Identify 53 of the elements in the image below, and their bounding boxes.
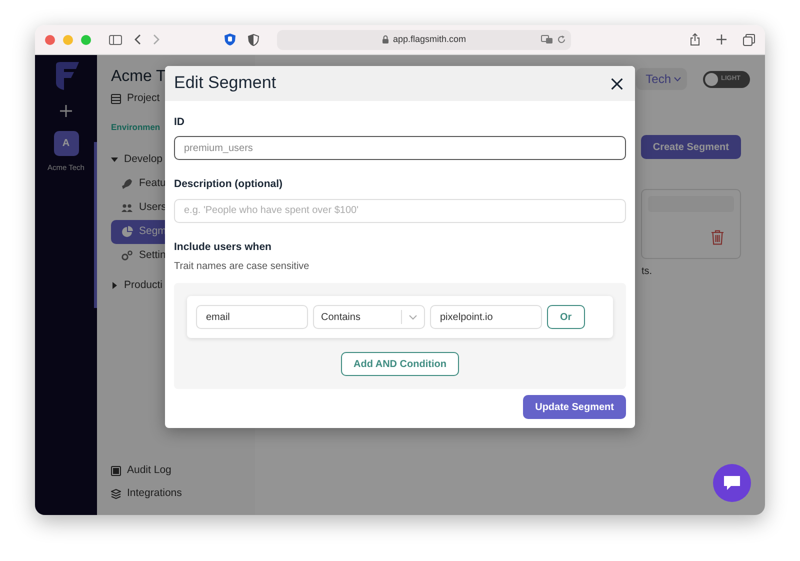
trait-field[interactable]: email: [196, 305, 308, 330]
dialog-title: Edit Segment: [174, 73, 276, 94]
org-avatar[interactable]: A: [54, 131, 78, 156]
field-label: ID: [174, 115, 186, 130]
sidebar-item[interactable]: Users: [111, 196, 167, 220]
back-icon[interactable]: [134, 34, 141, 45]
close-window-icon[interactable]: [45, 34, 55, 44]
operator-dropdown[interactable]: Contains: [313, 305, 425, 330]
project-icon: [111, 94, 121, 104]
add-condition-button[interactable]: Add AND Condition: [340, 352, 460, 376]
add-icon[interactable]: [60, 105, 72, 117]
sidebar-item[interactable]: Featu: [111, 172, 167, 196]
translate-icon[interactable]: [541, 34, 553, 44]
caret-icon[interactable]: [111, 156, 118, 163]
users-icon: [121, 202, 133, 214]
hint-text: ts.: [641, 265, 652, 279]
url-text: app.flagsmith.com: [392, 32, 466, 46]
id-field[interactable]: premium_users: [174, 136, 626, 160]
trash-icon[interactable]: [711, 230, 724, 245]
create-segment-button[interactable]: Create Segment: [640, 135, 741, 159]
sidebar-icon[interactable]: [109, 34, 122, 44]
address-bar[interactable]: app.flagsmith.com: [277, 30, 571, 50]
chevron-down-icon: [409, 314, 417, 320]
sidebar-link[interactable]: Audit Log: [127, 462, 172, 478]
hand-shield-icon[interactable]: [224, 33, 236, 46]
gears-icon: [121, 250, 133, 262]
lock-icon: [382, 35, 389, 44]
environment-item[interactable]: Producti: [124, 278, 163, 294]
shield-icon[interactable]: [248, 34, 259, 46]
org-switcher[interactable]: Tech: [636, 68, 687, 90]
new-tab-icon[interactable]: [716, 34, 727, 45]
pie-chart-icon: [121, 226, 133, 238]
caret-icon[interactable]: [111, 282, 118, 289]
close-icon[interactable]: [611, 78, 623, 90]
environment-item[interactable]: Develop: [124, 152, 163, 168]
or-button[interactable]: Or: [547, 305, 585, 330]
environments-label: Environmen: [111, 120, 160, 134]
chat-icon: [723, 475, 741, 491]
value-field[interactable]: pixelpoint.io: [430, 305, 542, 330]
description-field[interactable]: e.g. 'People who have spent over $100': [174, 198, 626, 222]
tabs-overview-icon[interactable]: [743, 34, 755, 46]
log-icon: [111, 466, 121, 476]
hint-text: Trait names are case sensitive: [174, 260, 310, 274]
field-label: Description (optional): [174, 177, 284, 192]
reload-icon[interactable]: [557, 34, 566, 44]
project-link[interactable]: Project: [127, 91, 160, 107]
project-title: Acme T: [111, 67, 166, 87]
sidebar-link[interactable]: Integrations: [127, 486, 182, 502]
share-icon[interactable]: [690, 33, 700, 46]
layers-icon: [111, 488, 121, 498]
chevron-down-icon: [674, 76, 681, 82]
update-segment-button[interactable]: Update Segment: [523, 395, 626, 420]
sidebar-item[interactable]: Settin: [111, 244, 167, 268]
